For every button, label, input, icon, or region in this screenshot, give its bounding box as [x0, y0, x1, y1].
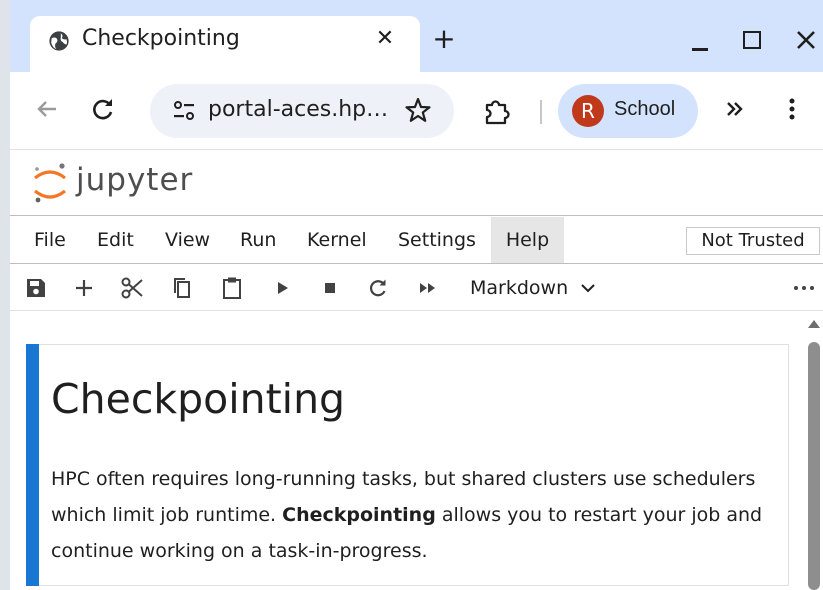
fast-forward-icon[interactable]	[414, 274, 442, 302]
cell-paragraph: HPC often requires long-running tasks, b…	[51, 461, 771, 569]
cell-type-select[interactable]: Markdown	[470, 274, 596, 302]
kebab-menu-icon[interactable]	[780, 94, 804, 124]
cell-type-value: Markdown	[470, 277, 569, 299]
vertical-scrollbar[interactable]	[805, 312, 823, 590]
jupyter-header: jupyter	[10, 150, 823, 216]
markdown-cell[interactable]: Checkpointing HPC often requires long-ru…	[26, 344, 789, 586]
more-horizontal-icon[interactable]	[790, 274, 818, 302]
restart-icon[interactable]	[364, 274, 392, 302]
bookmark-star-icon[interactable]	[402, 94, 434, 126]
browser-toolbar: portal-aces.hp… R School	[10, 72, 823, 150]
avatar: R	[572, 95, 604, 127]
notebook-panel: Checkpointing HPC often requires long-ru…	[10, 312, 823, 590]
minimize-icon[interactable]	[690, 28, 710, 52]
cell-heading: Checkpointing	[51, 375, 346, 423]
menu-file[interactable]: File	[22, 217, 78, 263]
browser-tab-checkpointing[interactable]: Checkpointing ✕	[30, 16, 420, 72]
new-tab-button[interactable]: +	[428, 24, 460, 56]
menu-kernel[interactable]: Kernel	[295, 217, 379, 263]
stop-icon[interactable]	[316, 274, 344, 302]
close-tab-icon[interactable]: ✕	[370, 24, 400, 54]
jupyter-logo-icon[interactable]	[30, 160, 70, 206]
window-edge	[0, 0, 10, 590]
scrollbar-thumb[interactable]	[808, 342, 820, 590]
jupyter-wordmark: jupyter	[76, 162, 194, 198]
tab-strip: Checkpointing ✕ +	[10, 0, 823, 72]
tab-title: Checkpointing	[82, 26, 240, 51]
paste-icon[interactable]	[218, 274, 246, 302]
site-info-icon[interactable]	[172, 100, 196, 122]
add-cell-icon[interactable]	[70, 274, 98, 302]
active-cell-indicator	[26, 344, 39, 586]
paragraph-bold-term: Checkpointing	[282, 504, 436, 526]
chevron-double-right-icon[interactable]	[720, 94, 750, 124]
globe-icon	[49, 31, 69, 51]
scroll-up-arrow-icon[interactable]	[808, 320, 820, 328]
back-icon[interactable]	[32, 94, 62, 124]
trust-status-button[interactable]: Not Trusted	[686, 227, 820, 255]
window-close-icon[interactable]	[792, 22, 820, 56]
menu-edit[interactable]: Edit	[85, 217, 146, 263]
extensions-puzzle-icon[interactable]	[480, 94, 514, 128]
maximize-icon[interactable]	[743, 31, 761, 49]
reload-icon[interactable]	[88, 94, 118, 124]
profile-button[interactable]: R School	[558, 84, 698, 138]
menu-run[interactable]: Run	[228, 217, 288, 263]
save-icon[interactable]	[22, 274, 50, 302]
url-text[interactable]: portal-aces.hp…	[208, 97, 388, 122]
menu-view[interactable]: View	[153, 217, 222, 263]
cut-icon[interactable]	[118, 274, 146, 302]
menu-help[interactable]: Help	[491, 217, 564, 263]
notebook-toolbar: Markdown	[10, 265, 823, 311]
profile-label: School	[614, 98, 676, 120]
copy-icon[interactable]	[168, 274, 196, 302]
jupyter-menubar: File Edit View Run Kernel Settings Help …	[10, 217, 823, 264]
chevron-down-icon	[581, 284, 595, 293]
browser-window: Checkpointing ✕ + portal-aces.hp… R Scho…	[0, 0, 823, 590]
toolbar-separator	[540, 100, 542, 124]
address-bar[interactable]: portal-aces.hp…	[150, 84, 454, 138]
run-icon[interactable]	[268, 274, 296, 302]
menu-settings[interactable]: Settings	[386, 217, 488, 263]
